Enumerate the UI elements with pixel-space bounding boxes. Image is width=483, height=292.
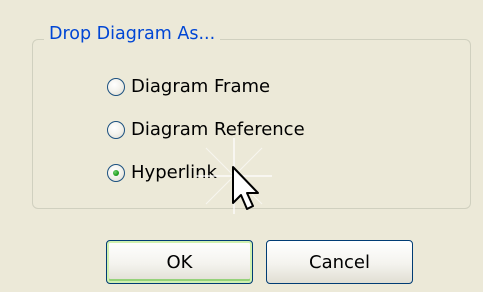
option-diagram-frame[interactable]: Diagram Frame bbox=[107, 74, 270, 100]
cancel-button[interactable]: Cancel bbox=[266, 240, 413, 284]
radio-button-unchecked[interactable] bbox=[107, 121, 125, 139]
ok-button[interactable]: OK bbox=[106, 240, 253, 284]
option-label: Diagram Frame bbox=[131, 76, 271, 97]
option-diagram-reference[interactable]: Diagram Reference bbox=[107, 117, 305, 143]
radio-button-checked[interactable] bbox=[107, 164, 125, 182]
radio-button-unchecked[interactable] bbox=[107, 78, 125, 96]
option-label: Hyperlink bbox=[131, 162, 217, 183]
drop-diagram-dialog: Drop Diagram As... Diagram Frame Diagram… bbox=[0, 0, 483, 292]
group-title: Drop Diagram As... bbox=[44, 23, 221, 45]
option-label: Diagram Reference bbox=[131, 119, 305, 140]
option-hyperlink[interactable]: Hyperlink bbox=[107, 160, 217, 186]
radio-selected-dot bbox=[113, 170, 119, 176]
